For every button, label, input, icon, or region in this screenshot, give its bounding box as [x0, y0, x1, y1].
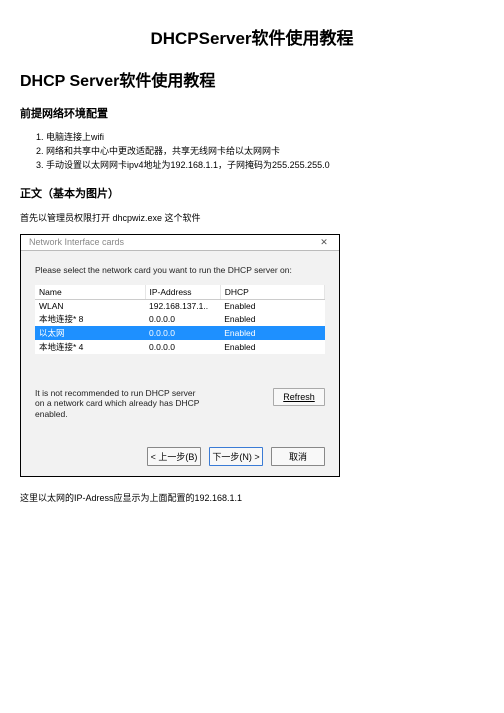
cell-ip: 0.0.0.0 [145, 340, 220, 354]
table-row[interactable]: WLAN 192.168.137.1.. Enabled [35, 299, 325, 312]
back-button[interactable]: < 上一步(B) [147, 447, 201, 466]
cell-name: 本地连接* 4 [35, 340, 145, 354]
cell-ip: 0.0.0.0 [145, 326, 220, 340]
table-row-selected[interactable]: 以太网 0.0.0.0 Enabled [35, 326, 325, 340]
cell-name: WLAN [35, 299, 145, 312]
list-item: 网络和共享中心中更改适配器，共享无线网卡给以太网网卡 [46, 145, 484, 159]
list-item: 电脑连接上wifi [46, 131, 484, 145]
cell-dhcp: Enabled [220, 312, 324, 326]
titlebar: Network Interface cards ✕ [21, 235, 339, 251]
cell-name: 本地连接* 8 [35, 312, 145, 326]
cancel-button[interactable]: 取消 [271, 447, 325, 466]
page-title: DHCPServer软件使用教程 [20, 24, 484, 49]
prereq-list: 电脑连接上wifi 网络和共享中心中更改适配器，共享无线网卡给以太网网卡 手动设… [20, 131, 484, 173]
dialog-note: It is not recommended to run DHCP server… [35, 388, 205, 420]
network-interface-table[interactable]: Name IP-Address DHCP WLAN 192.168.137.1.… [35, 285, 325, 354]
cell-dhcp: Enabled [220, 299, 324, 312]
cell-ip: 192.168.137.1.. [145, 299, 220, 312]
table-row[interactable]: 本地连接* 8 0.0.0.0 Enabled [35, 312, 325, 326]
cell-dhcp: Enabled [220, 340, 324, 354]
column-header-ip[interactable]: IP-Address [145, 285, 220, 300]
column-header-name[interactable]: Name [35, 285, 145, 300]
window-title: Network Interface cards [29, 237, 124, 247]
next-button[interactable]: 下一步(N) > [209, 447, 263, 466]
intro-paragraph: 首先以管理员权限打开 dhcpwiz.exe 这个软件 [20, 211, 484, 224]
cell-ip: 0.0.0.0 [145, 312, 220, 326]
column-header-dhcp[interactable]: DHCP [220, 285, 324, 300]
heading-1: DHCP Server软件使用教程 [20, 67, 484, 91]
dialog-instruction: Please select the network card you want … [35, 265, 325, 275]
heading-body: 正文（基本为图片） [20, 185, 484, 201]
dhcp-wizard-dialog: Network Interface cards ✕ Please select … [20, 234, 340, 477]
closing-paragraph: 这里以太网的IP-Adress应显示为上面配置的192.168.1.1 [20, 491, 484, 504]
cell-dhcp: Enabled [220, 326, 324, 340]
dialog-footer: < 上一步(B) 下一步(N) > 取消 [21, 441, 339, 476]
table-row[interactable]: 本地连接* 4 0.0.0.0 Enabled [35, 340, 325, 354]
list-item: 手动设置以太网网卡ipv4地址为192.168.1.1，子网掩码为255.255… [46, 159, 484, 173]
heading-prereq: 前提网络环境配置 [20, 105, 484, 121]
refresh-button[interactable]: Refresh [273, 388, 325, 406]
close-icon[interactable]: ✕ [313, 237, 335, 248]
cell-name: 以太网 [35, 326, 145, 340]
